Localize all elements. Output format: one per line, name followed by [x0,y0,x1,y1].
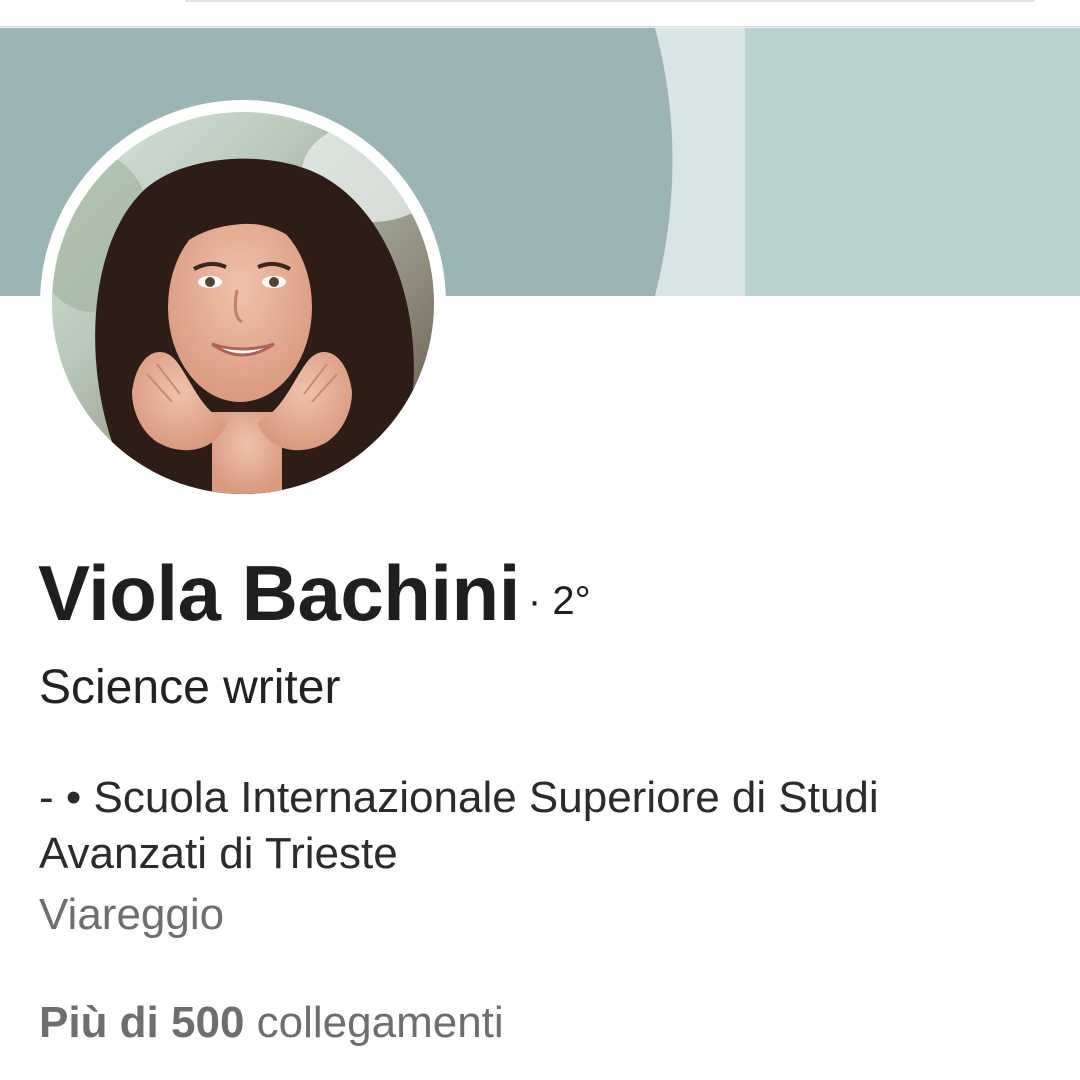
connection-degree: · 2° [527,579,591,623]
profile-headline: Science writer [39,661,341,714]
profile-photo [52,112,434,494]
profile-education[interactable]: - • Scuola Internazionale Superiore di S… [39,770,1039,882]
name-row: Viola Bachini · 2° [38,548,591,644]
top-bar [0,0,1080,29]
profile-location: Viareggio [39,890,225,939]
connections-count: Più di 500 [39,998,245,1047]
profile-avatar[interactable] [40,100,446,506]
profile-name: Viola Bachini [38,549,520,637]
connections-link[interactable]: Più di 500 collegamenti [39,998,504,1048]
connections-label: collegamenti [256,998,504,1047]
search-bar-edge[interactable] [185,0,1035,2]
profile-page: Viola Bachini · 2° Science writer - • Scu… [0,0,1080,1080]
